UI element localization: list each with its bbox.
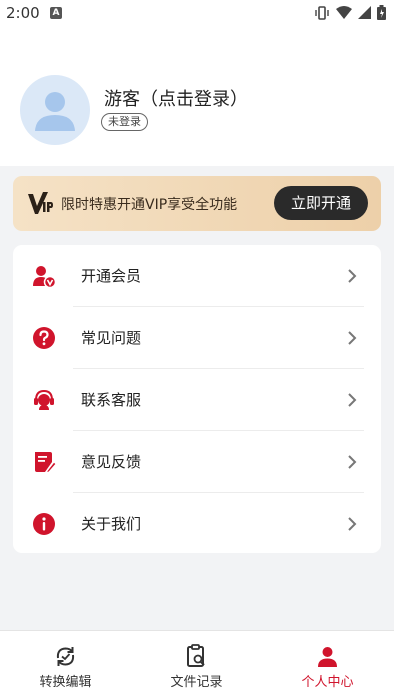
avatar[interactable] <box>20 75 90 145</box>
menu-item-faq[interactable]: 常见问题 <box>13 307 381 369</box>
customer-service-icon <box>34 389 54 410</box>
tab-convert-edit[interactable]: 转换编辑 <box>0 631 131 700</box>
person-icon <box>318 647 337 667</box>
battery-icon <box>377 5 386 20</box>
status-icons <box>314 5 386 20</box>
vip-logo-icon <box>28 192 53 214</box>
menu-item-about-us[interactable]: 关于我们 <box>13 493 381 555</box>
profile-header: 2:00 A 游客（点击登录） 未登录 <box>0 0 394 166</box>
menu-label-feedback: 意见反馈 <box>81 453 142 471</box>
notification-a-icon: A <box>50 7 62 19</box>
default-user-avatar-icon <box>35 92 75 131</box>
chevron-right-icon <box>348 269 357 283</box>
tab-label-convert-edit: 转换编辑 <box>39 675 92 690</box>
tab-label-personal-center: 个人中心 <box>301 675 354 690</box>
tab-personal-center[interactable]: 个人中心 <box>262 631 393 700</box>
question-icon <box>33 327 55 349</box>
status-time: 2:00 <box>6 4 40 22</box>
tab-file-records[interactable]: 文件记录 <box>131 631 262 700</box>
open-vip-button[interactable]: 立即开通 <box>274 186 368 220</box>
vip-member-icon <box>33 266 56 288</box>
login-status-badge: 未登录 <box>101 113 148 131</box>
menu-label-customer-service: 联系客服 <box>81 391 142 409</box>
username-login-link[interactable]: 游客（点击登录） <box>104 85 248 111</box>
chevron-right-icon <box>348 455 357 469</box>
menu-label-vip-member: 开通会员 <box>81 267 142 285</box>
vip-promo-banner[interactable]: 限时特惠开通VIP享受全功能 立即开通 <box>13 176 381 231</box>
menu-item-vip-member[interactable]: 开通会员 <box>13 245 381 307</box>
feedback-icon <box>35 452 56 474</box>
file-search-icon <box>187 644 205 667</box>
chevron-right-icon <box>348 517 357 531</box>
menu-label-about-us: 关于我们 <box>81 515 142 533</box>
menu-item-customer-service[interactable]: 联系客服 <box>13 369 381 431</box>
menu-item-feedback[interactable]: 意见反馈 <box>13 431 381 493</box>
chevron-right-icon <box>348 331 357 345</box>
info-icon <box>33 513 55 535</box>
chevron-right-icon <box>348 393 357 407</box>
menu-label-faq: 常见问题 <box>81 329 142 347</box>
tab-label-file-records: 文件记录 <box>170 675 223 690</box>
signal-icon <box>358 6 371 19</box>
convert-icon <box>56 647 75 666</box>
status-bar: 2:00 A <box>0 0 394 28</box>
vibrate-icon <box>315 5 329 20</box>
wifi-icon <box>336 6 352 19</box>
bottom-tab-bar: 转换编辑 文件记录 个人中心 <box>0 630 394 700</box>
vip-promo-text: 限时特惠开通VIP享受全功能 <box>61 197 238 213</box>
settings-menu: 开通会员 常见问题 联系客服 意见反馈 关于我们 <box>13 245 381 553</box>
